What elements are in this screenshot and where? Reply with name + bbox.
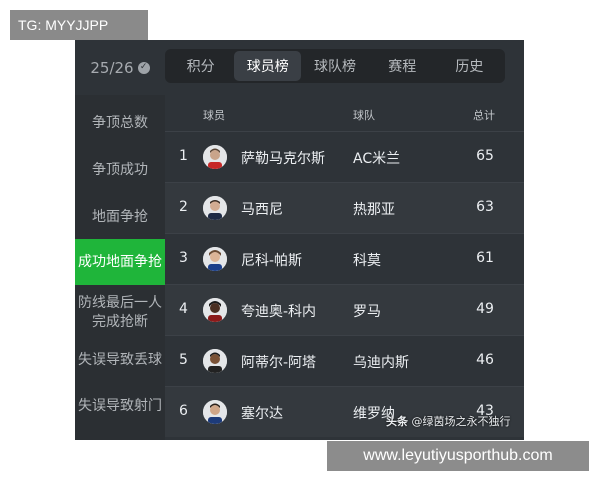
row-rank: 2 <box>179 199 188 215</box>
header-team: 球队 <box>353 109 375 122</box>
total-value: 49 <box>476 301 494 317</box>
watermark-author: @绿茵场之永不独行 <box>411 415 511 428</box>
player-name: 尼科-帕斯 <box>241 253 303 269</box>
url-overlay-label: www.leyutiyusporthub.com <box>327 441 589 471</box>
tab-bar: 积分 球员榜 球队榜 赛程 历史 <box>165 49 505 83</box>
player-avatar <box>203 247 227 271</box>
sidebar-item-ground-duels-won[interactable]: 成功地面争抢 <box>75 239 165 285</box>
table-row[interactable]: 5 阿蒂尔-阿塔 乌迪内斯 46 <box>165 335 524 386</box>
player-avatar <box>203 196 227 220</box>
player-name: 塞尔达 <box>241 406 283 422</box>
player-avatar <box>203 400 227 424</box>
stat-category-sidebar: 争顶总数 争顶成功 地面争抢 成功地面争抢 防线最后一人完成抢断 失误导致丢球 … <box>75 95 165 440</box>
tab-history[interactable]: 历史 <box>436 51 503 81</box>
row-rank: 3 <box>179 250 188 266</box>
player-name: 马西尼 <box>241 202 283 218</box>
watermark-prefix: 头条 <box>386 415 408 428</box>
table-header: 球员 球队 总计 <box>165 95 524 131</box>
row-rank: 6 <box>179 403 188 419</box>
sidebar-item-error-led-to-shot[interactable]: 失误导致射门 <box>75 385 165 427</box>
table-row[interactable]: 2 马西尼 热那亚 63 <box>165 182 524 233</box>
check-circle-icon: ✓ <box>137 61 150 74</box>
player-avatar <box>203 298 227 322</box>
row-rank: 4 <box>179 301 188 317</box>
total-value: 63 <box>476 199 494 215</box>
tg-overlay-label: TG: MYYJJPP <box>10 10 148 40</box>
player-avatar <box>203 145 227 169</box>
row-rank: 5 <box>179 352 188 368</box>
team-name: 科莫 <box>353 253 381 269</box>
team-name: 热那亚 <box>353 202 395 218</box>
table-row[interactable]: 1 萨勒马克尔斯 AC米兰 65 <box>165 131 524 182</box>
table-row[interactable]: 6 塞尔达 维罗纳 43 <box>165 386 524 437</box>
row-rank: 1 <box>179 148 188 164</box>
total-value: 65 <box>476 148 494 164</box>
tab-schedule[interactable]: 赛程 <box>369 51 436 81</box>
sidebar-item-last-man-tackle[interactable]: 防线最后一人完成抢断 <box>75 285 165 341</box>
sidebar-item-error-led-to-goal[interactable]: 失误导致丢球 <box>75 339 165 381</box>
table-row[interactable]: 4 夸迪奥-科内 罗马 49 <box>165 284 524 335</box>
player-name: 阿蒂尔-阿塔 <box>241 355 317 371</box>
team-name: 乌迪内斯 <box>353 355 409 371</box>
season-label: 25/26 <box>90 58 134 77</box>
header-total: 总计 <box>473 109 495 122</box>
season-selector[interactable]: 25/26 ✓ <box>75 40 165 95</box>
source-watermark: 头条 @绿茵场之永不独行 <box>386 413 511 429</box>
stats-panel: 25/26 ✓ 积分 球员榜 球队榜 赛程 历史 争顶总数 争顶成功 地面争抢 … <box>75 40 524 440</box>
team-name: AC米兰 <box>353 151 401 167</box>
team-name: 罗马 <box>353 304 381 320</box>
tab-standings[interactable]: 积分 <box>167 51 234 81</box>
player-avatar <box>203 349 227 373</box>
tab-player-rankings[interactable]: 球员榜 <box>234 51 302 81</box>
player-ranking-table: 球员 球队 总计 1 萨勒马克尔斯 AC米兰 65 2 马西尼 热那亚 63 3 <box>165 95 524 440</box>
player-name: 夸迪奥-科内 <box>241 304 317 320</box>
total-value: 61 <box>476 250 494 266</box>
total-value: 46 <box>476 352 494 368</box>
sidebar-item-ground-duels[interactable]: 地面争抢 <box>75 189 165 245</box>
table-row[interactable]: 3 尼科-帕斯 科莫 61 <box>165 233 524 284</box>
tab-team-rankings[interactable]: 球队榜 <box>301 51 368 81</box>
header-player: 球员 <box>203 109 225 122</box>
player-name: 萨勒马克尔斯 <box>241 151 325 167</box>
